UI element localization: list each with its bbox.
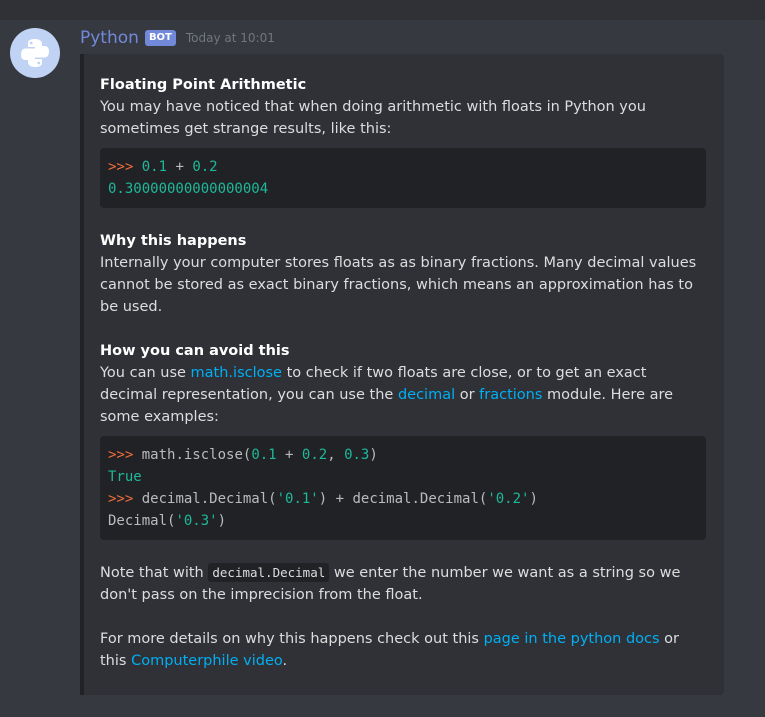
code-line: >>> decimal.Decimal('0.1') + decimal.Dec… bbox=[108, 488, 698, 510]
author-name[interactable]: Python bbox=[80, 28, 139, 48]
code-prompt: >>> bbox=[108, 159, 134, 175]
text-run: You can use bbox=[100, 365, 191, 381]
code-prompt: >>> bbox=[108, 447, 134, 463]
inline-link[interactable]: Computerphile video bbox=[131, 653, 282, 669]
message-timestamp[interactable]: Today at 10:01 bbox=[186, 31, 275, 45]
text-run: Note that with bbox=[100, 565, 209, 581]
code-token: decimal.Decimal( bbox=[133, 491, 277, 507]
text-run: . bbox=[282, 653, 288, 669]
code-line: Decimal('0.3') bbox=[108, 510, 698, 532]
code-token: ) bbox=[369, 447, 378, 463]
code-token: 0.1 bbox=[141, 159, 168, 175]
code-token: math.isclose( bbox=[133, 447, 252, 463]
code-token: 0.2 bbox=[192, 159, 218, 175]
code-token: 0.1 bbox=[251, 447, 277, 463]
section-title-avoid: How you can avoid this bbox=[100, 343, 290, 359]
code-token: 0.3 bbox=[344, 447, 370, 463]
text-run: or bbox=[455, 387, 480, 403]
message-header: Python BOT Today at 10:01 bbox=[80, 26, 275, 50]
section-text-floating: You may have noticed that when doing ari… bbox=[100, 99, 646, 137]
section-text-avoid: You can use math.isclose to check if two… bbox=[100, 362, 706, 428]
inline-link[interactable]: decimal bbox=[398, 387, 455, 403]
inline-link[interactable]: math.isclose bbox=[191, 365, 282, 381]
code-token: 0.30000000000000004 bbox=[108, 181, 269, 197]
section-text-more-details: For more details on why this happens che… bbox=[100, 628, 706, 672]
code-token: '0.1' bbox=[276, 491, 319, 507]
avatar[interactable] bbox=[10, 28, 60, 78]
section-title-why: Why this happens bbox=[100, 233, 247, 249]
code-token: Decimal( bbox=[108, 513, 176, 529]
section-text-note: Note that with decimal.Decimal we enter … bbox=[100, 562, 706, 606]
bot-badge: BOT bbox=[144, 30, 176, 46]
section-title-floating: Floating Point Arithmetic bbox=[100, 77, 307, 93]
code-token: 0.2 bbox=[301, 447, 328, 463]
code-line: True bbox=[108, 466, 698, 488]
inline-link[interactable]: page in the python docs bbox=[484, 631, 660, 647]
code-prompt: >>> bbox=[108, 491, 134, 507]
channel-top-strip bbox=[0, 0, 765, 20]
code-token: ) bbox=[529, 491, 538, 507]
code-block-solutions: >>> math.isclose(0.1 + 0.2, 0.3) True >>> … bbox=[100, 436, 706, 540]
inline-code: decimal.Decimal bbox=[208, 563, 330, 582]
code-line: >>> math.isclose(0.1 + 0.2, 0.3) bbox=[108, 444, 698, 466]
text-run: For more details on why this happens che… bbox=[100, 631, 484, 647]
code-token: + bbox=[276, 447, 302, 463]
code-line: 0.30000000000000004 bbox=[108, 178, 698, 200]
inline-link[interactable]: fractions bbox=[479, 387, 542, 403]
code-token: '0.3' bbox=[175, 513, 218, 529]
embed-content: Floating Point Arithmetic You may have n… bbox=[100, 54, 706, 672]
code-line: >>> 0.1 + 0.2 bbox=[108, 156, 698, 178]
python-logo-icon bbox=[21, 39, 49, 67]
code-token: ) bbox=[217, 513, 227, 529]
code-token: ) + decimal.Decimal( bbox=[318, 491, 488, 507]
embed-card: Floating Point Arithmetic You may have n… bbox=[80, 54, 724, 695]
code-token: '0.2' bbox=[487, 491, 530, 507]
code-token: True bbox=[108, 469, 142, 485]
code-token: + bbox=[167, 159, 193, 175]
section-text-why: Internally your computer stores floats a… bbox=[100, 255, 697, 315]
code-token: , bbox=[327, 447, 345, 463]
code-block-example: >>> 0.1 + 0.2 0.30000000000000004 bbox=[100, 148, 706, 208]
